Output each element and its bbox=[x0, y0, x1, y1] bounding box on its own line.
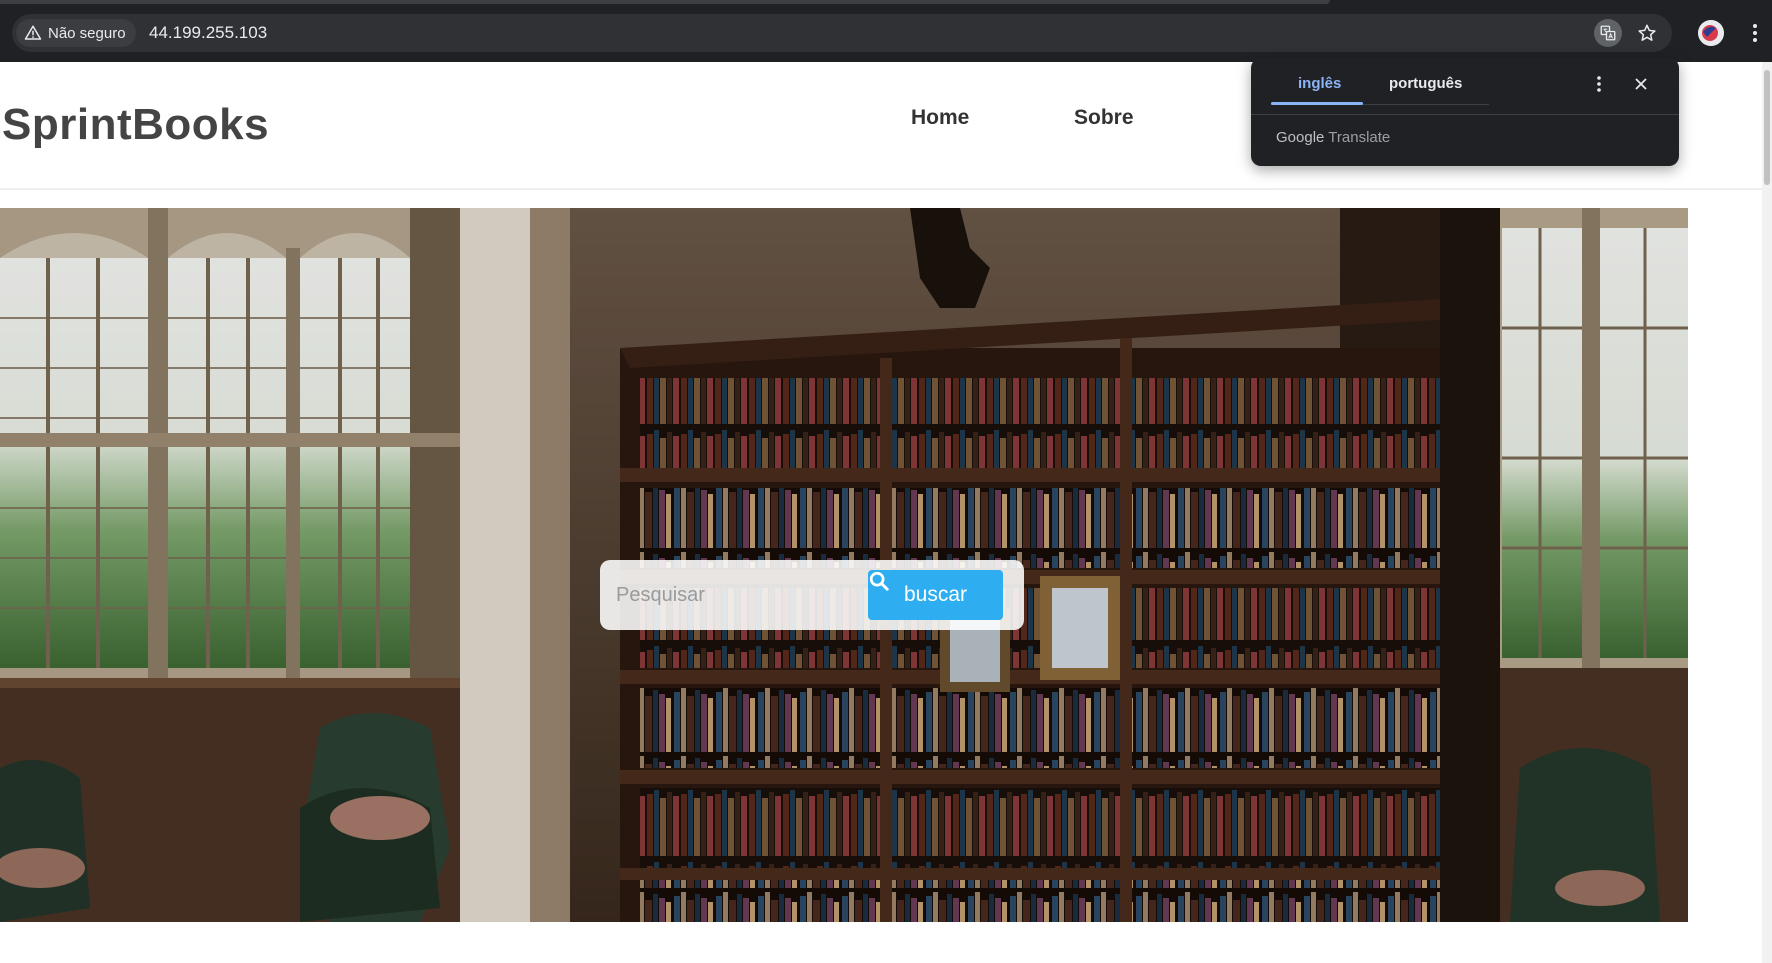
search-button-label: buscar bbox=[903, 583, 968, 606]
kebab-menu-icon[interactable] bbox=[1742, 20, 1768, 46]
footer-brand: Google bbox=[1276, 129, 1325, 146]
security-chip[interactable]: Não seguro bbox=[16, 19, 136, 47]
active-tab-indicator bbox=[1271, 102, 1363, 105]
hero-banner: buscar bbox=[0, 208, 1688, 922]
google-translate-footer: Google Translate bbox=[1276, 129, 1390, 146]
url-text[interactable]: 44.199.255.103 bbox=[149, 23, 267, 43]
search-icon bbox=[869, 571, 889, 591]
tab-portugues[interactable]: português bbox=[1389, 75, 1462, 92]
profile-avatar[interactable] bbox=[1698, 20, 1724, 46]
browser-toolbar: Não seguro 44.199.255.103 bbox=[0, 0, 1772, 62]
close-icon[interactable] bbox=[1629, 72, 1653, 96]
web-page: SprintBooks Home Sobre Pesquisar buscar bbox=[0, 62, 1762, 963]
nav-sobre-link[interactable]: Sobre bbox=[1074, 106, 1134, 130]
popup-divider bbox=[1251, 114, 1679, 115]
search-panel: buscar bbox=[600, 560, 1024, 630]
tab-ingles[interactable]: inglês bbox=[1298, 75, 1341, 92]
site-logo[interactable]: SprintBooks bbox=[2, 100, 269, 150]
warning-icon bbox=[24, 25, 42, 40]
translate-icon[interactable] bbox=[1594, 19, 1622, 47]
more-options-icon[interactable] bbox=[1587, 72, 1611, 96]
footer-product: Translate bbox=[1328, 129, 1391, 146]
nav-home-link[interactable]: Home bbox=[911, 106, 969, 130]
tab-strip bbox=[0, 0, 1330, 4]
bookmark-star-icon[interactable] bbox=[1634, 20, 1660, 46]
search-button[interactable]: buscar bbox=[868, 570, 1003, 620]
scrollbar-thumb[interactable] bbox=[1764, 70, 1770, 185]
security-label: Não seguro bbox=[48, 24, 126, 42]
search-input[interactable] bbox=[616, 572, 862, 618]
page-scrollbar[interactable] bbox=[1762, 62, 1772, 963]
translate-popup: inglês português Google Translate bbox=[1251, 58, 1679, 166]
